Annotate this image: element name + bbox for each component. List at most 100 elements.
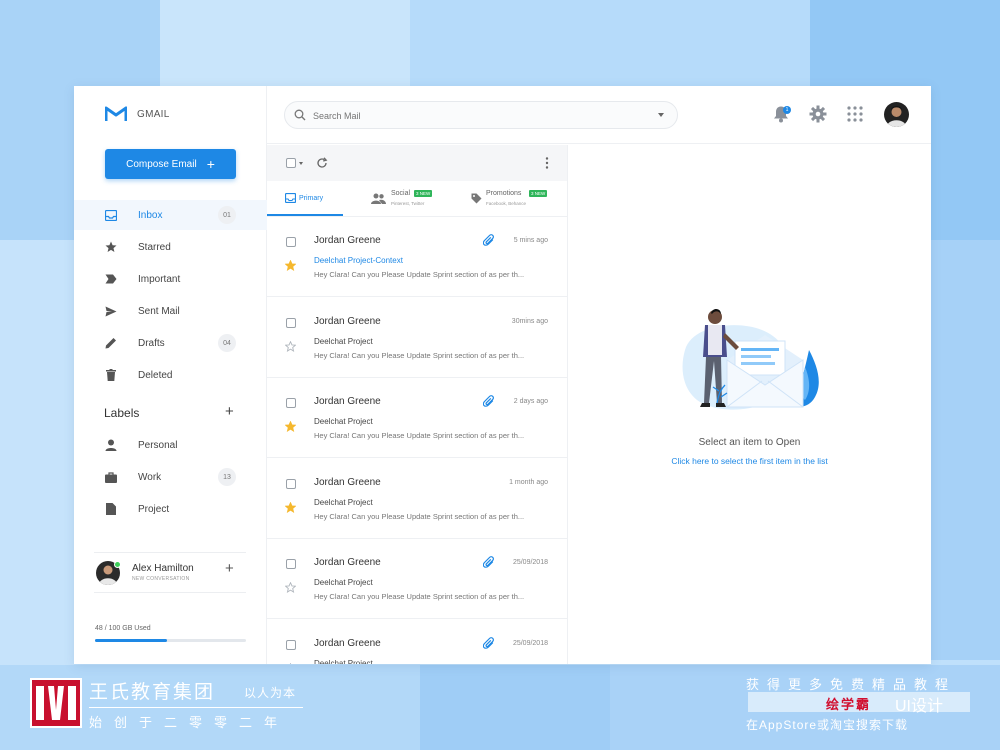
star-outline-icon[interactable] [284, 339, 297, 357]
sidebar: GMAIL Compose Email + Inbox 01 Starred I… [74, 86, 267, 664]
tab-label: Primary [299, 195, 324, 202]
new-badge: 3 NEW [414, 190, 433, 197]
pencil-icon [104, 336, 118, 350]
star-filled-icon[interactable] [284, 258, 297, 276]
top-bar: 1 [267, 86, 931, 144]
user-name: Alex Hamilton [132, 563, 194, 574]
email-sender: Jordan Greene [314, 315, 381, 327]
email-subject: Deelchat Project [314, 417, 373, 426]
send-icon [104, 304, 118, 318]
select-dropdown-caret-icon[interactable] [299, 162, 303, 165]
star-filled-icon[interactable] [284, 419, 297, 437]
email-checkbox[interactable] [286, 317, 296, 328]
sidebar-item-deleted[interactable]: Deleted [74, 360, 267, 390]
email-time: 2 days ago [513, 398, 548, 405]
inbox-icon [285, 193, 296, 203]
tag-icon [471, 193, 482, 204]
sidebar-item-label: Drafts [138, 337, 165, 349]
email-checkbox[interactable] [286, 478, 296, 489]
email-subject: Deelchat Project-Context [314, 256, 403, 265]
footer-right-brand: 绘学霸 [826, 697, 872, 712]
bg-tile [0, 240, 74, 670]
add-label-button[interactable]: + [225, 403, 234, 420]
select-first-item-link[interactable]: Click here to select the first item in t… [568, 456, 931, 466]
refresh-icon[interactable] [316, 157, 328, 169]
star-outline-icon[interactable] [284, 580, 297, 598]
gmail-logo-icon [105, 106, 127, 121]
tab-label: Social [391, 190, 411, 197]
tab-primary[interactable]: Primary [267, 181, 343, 217]
email-checkbox[interactable] [286, 559, 296, 569]
search-input[interactable] [313, 108, 643, 123]
apps-grid-icon[interactable] [846, 105, 864, 123]
search-options-caret-icon[interactable] [658, 113, 664, 117]
email-checkbox[interactable] [286, 237, 296, 247]
email-sender: Jordan Greene [314, 396, 381, 407]
email-row[interactable]: Jordan Greene 30mins ago Deelchat Project H… [267, 298, 567, 378]
divider [94, 552, 246, 553]
tab-promotions[interactable]: Promotions 3 NEW Facebook, Behance [467, 181, 567, 217]
new-conversation-button[interactable]: + [225, 560, 234, 577]
email-snippet: Hey Clara! Can you Please Update Sprint … [314, 511, 525, 521]
online-status-dot [114, 561, 121, 568]
storage-text: 48 / 100 GB Used [95, 625, 151, 632]
email-row[interactable]: Jordan Greene 1 month ago Deelchat Project… [267, 459, 567, 539]
person-icon [104, 438, 118, 452]
email-subject: Deelchat Project [314, 336, 373, 346]
email-subject: Deelchat Project [314, 497, 373, 507]
email-sender: Jordan Greene [314, 557, 381, 568]
email-subject: Deelchat Project [314, 578, 373, 587]
sidebar-item-label: Sent Mail [138, 305, 180, 317]
profile-avatar[interactable] [884, 102, 909, 127]
tab-subtitle: Pinterest, Twitter [391, 201, 425, 206]
sidebar-item-drafts[interactable]: Drafts 04 [74, 328, 267, 358]
active-tab-indicator [267, 214, 343, 216]
email-sender: Jordan Greene [314, 476, 381, 488]
email-subject: Deelchat Project [314, 658, 373, 665]
brand[interactable]: GMAIL [105, 106, 170, 122]
sidebar-item-project[interactable]: Project [74, 494, 267, 524]
sidebar-item-important[interactable]: Important [74, 264, 267, 294]
search-bar[interactable] [284, 101, 678, 129]
email-row[interactable]: Jordan Greene 5 mins ago Deelchat Project-… [267, 217, 567, 297]
email-sender: Jordan Greene [314, 637, 381, 649]
bg-tile [160, 0, 410, 86]
sidebar-item-inbox[interactable]: Inbox 01 [74, 200, 267, 230]
email-snippet: Hey Clara! Can you Please Update Sprint … [314, 592, 525, 601]
user-subtitle: NEW CONVERSATION [132, 576, 190, 582]
count-badge: 01 [218, 206, 236, 224]
more-options-icon[interactable] [545, 157, 549, 169]
star-outline-icon[interactable] [285, 661, 296, 664]
footer-right-line1: 获得更多免费精品教程 [746, 677, 957, 692]
sidebar-item-label: Starred [138, 241, 171, 253]
email-snippet: Hey Clara! Can you Please Update Sprint … [314, 350, 525, 360]
select-all-checkbox[interactable] [286, 158, 296, 168]
email-snippet: Hey Clara! Can you Please Update Sprint … [314, 431, 525, 440]
preview-pane: Select an item to Open Click here to sel… [568, 145, 931, 664]
email-sender: Jordan Greene [314, 235, 381, 246]
email-row[interactable]: Jordan Greene 25/09/2018 Deelchat Project H… [267, 539, 567, 619]
sidebar-item-starred[interactable]: Starred [74, 232, 267, 262]
sidebar-item-label: Important [138, 273, 181, 285]
divider [89, 707, 303, 708]
labels-heading: Labels [104, 406, 140, 420]
email-checkbox[interactable] [286, 398, 296, 408]
email-checkbox[interactable] [286, 639, 296, 650]
storage-bar-fill [95, 639, 168, 642]
gear-icon[interactable] [809, 105, 827, 123]
footer-right-line3: 在AppStore或淘宝搜索下载 [746, 718, 909, 732]
sidebar-item-sent-mail[interactable]: Sent Mail [74, 296, 267, 326]
sidebar-item-personal[interactable]: Personal [74, 430, 267, 460]
star-filled-icon[interactable] [284, 500, 297, 518]
footer-right-ui: UI设计 [895, 698, 944, 715]
divider [94, 592, 246, 593]
email-row[interactable]: Jordan Greene 25/09/2018 Deelchat Project [267, 620, 567, 665]
tab-social[interactable]: Social 3 NEW Pinterest, Twitter [359, 181, 459, 217]
email-row[interactable]: Jordan Greene 2 days ago Deelchat Project H… [267, 378, 567, 458]
sidebar-item-work[interactable]: Work 13 [74, 462, 267, 492]
mail-list: Primary Social 3 NEW Pinterest, Twitter … [267, 145, 568, 664]
compose-button[interactable]: Compose Email + [105, 149, 236, 179]
document-icon [104, 502, 118, 516]
email-time: 25/09/2018 [512, 559, 548, 566]
bg-tile [410, 0, 810, 86]
